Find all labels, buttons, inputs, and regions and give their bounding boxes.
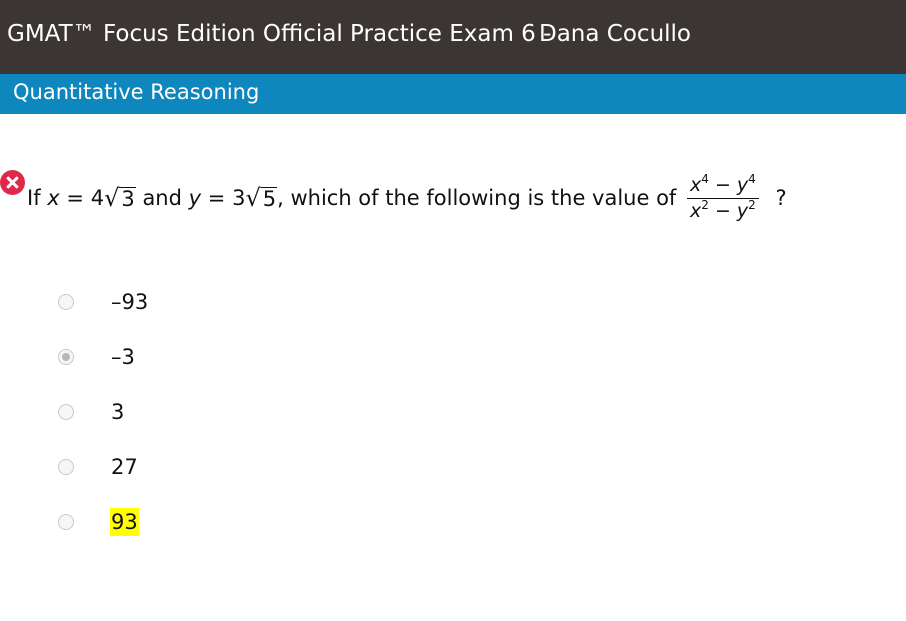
denominator-minus: − (714, 200, 731, 222)
answer-option[interactable]: 27 (58, 449, 458, 489)
denominator-x-exponent: 2 (701, 198, 709, 212)
numerator-minus: − (714, 174, 731, 196)
answer-option[interactable]: 3 (58, 394, 458, 434)
option-label[interactable]: 27 (110, 453, 139, 481)
numerator-y: y (736, 174, 749, 196)
x-coefficient: 4 (90, 186, 105, 210)
numerator-y-exponent: 4 (748, 172, 756, 186)
denominator-x: x (690, 200, 702, 222)
question-mark: ? (775, 186, 787, 210)
radio-button[interactable] (58, 459, 74, 475)
and-text: and (142, 186, 182, 210)
answer-option[interactable]: 93 (58, 504, 458, 544)
section-bar: Quantitative Reasoning (0, 74, 906, 114)
y-coefficient: 3 (232, 186, 246, 210)
radio-button[interactable] (58, 404, 74, 420)
option-label[interactable]: 3 (110, 398, 125, 426)
exam-title-bar: GMAT™ Focus Edition Official Practice Ex… (0, 0, 906, 74)
numerator-x: x (690, 174, 702, 196)
radicand-3: 3 (119, 187, 136, 211)
expression-fraction: x4 − y4 x2 − y2 (687, 172, 759, 222)
answer-option[interactable]: –93 (58, 284, 458, 324)
radicand-5: 5 (260, 187, 278, 211)
equals-sign: = (207, 186, 226, 210)
denominator-y-exponent: 2 (748, 198, 756, 212)
incorrect-x-icon (0, 170, 25, 195)
option-label[interactable]: –3 (110, 343, 136, 371)
radical-sign: √ (245, 184, 261, 212)
option-label[interactable]: –93 (110, 288, 149, 316)
variable-x: x (47, 186, 60, 210)
sqrt-3: √3 (104, 186, 136, 210)
question-stem: If x = 4√3 and y = 3√5, which of the fol… (27, 168, 787, 232)
exam-title: GMAT™ Focus Edition Official Practice Ex… (7, 21, 552, 47)
sqrt-5: √5 (245, 184, 278, 212)
fraction-denominator: x2 − y2 (687, 199, 759, 222)
variable-y: y (188, 186, 202, 210)
option-label-highlighted[interactable]: 93 (110, 508, 139, 536)
answer-option[interactable]: –3 (58, 339, 458, 379)
radical-sign: √ (104, 184, 120, 212)
question-prefix: If (27, 186, 41, 210)
radio-button[interactable] (58, 294, 74, 310)
numerator-x-exponent: 4 (701, 172, 709, 186)
user-name: Dana Cocullo (539, 21, 691, 47)
denominator-y: y (736, 200, 749, 222)
fraction-numerator: x4 − y4 (687, 172, 759, 199)
section-title: Quantitative Reasoning (13, 80, 260, 104)
radio-button[interactable] (58, 514, 74, 530)
radio-button-selected[interactable] (58, 349, 74, 365)
question-prompt: , which of the following is the value of (277, 186, 677, 210)
equals-sign: = (66, 186, 85, 210)
